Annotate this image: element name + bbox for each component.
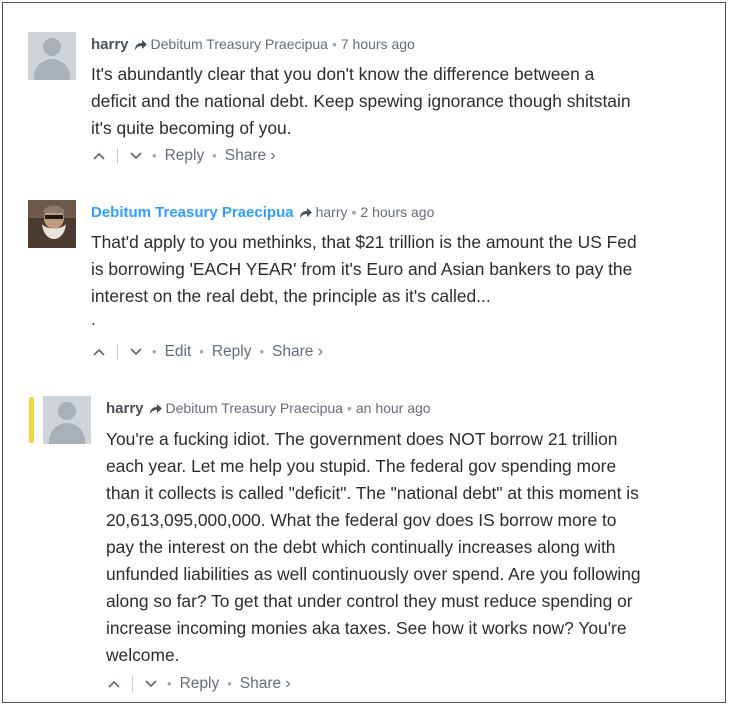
edit-button[interactable]: Edit: [165, 343, 192, 360]
reply-to-name[interactable]: Debitum Treasury Praecipua: [166, 400, 343, 416]
comment-meta: harry Debitum Treasury Praecipua • an hour …: [106, 398, 431, 418]
share-button[interactable]: Share ›: [225, 147, 276, 164]
reply-button[interactable]: Reply: [212, 343, 252, 360]
avatar-default[interactable]: [43, 396, 91, 444]
chevron-up-icon[interactable]: [91, 341, 107, 363]
timestamp[interactable]: 7 hours ago: [341, 36, 415, 52]
avatar-default[interactable]: [28, 32, 76, 80]
share-button[interactable]: Share ›: [272, 343, 323, 360]
chevron-up-icon[interactable]: [106, 673, 122, 695]
author-name[interactable]: harry: [106, 400, 144, 417]
trailing-dot: .: [91, 310, 96, 329]
comment-text: That'd apply to you methinks, that $21 t…: [91, 232, 637, 306]
reply-arrow-icon: [149, 400, 163, 420]
comment-text: You're a fucking idiot. The government d…: [106, 429, 641, 665]
comment-actions: • Edit • Reply • Share ›: [91, 341, 323, 363]
reply-button[interactable]: Reply: [180, 675, 220, 692]
comment-actions: • Reply • Share ›: [91, 145, 276, 167]
comment-meta: harry Debitum Treasury Praecipua • 7 hours …: [91, 34, 415, 54]
share-button[interactable]: Share ›: [240, 675, 291, 692]
comment-meta: Debitum Treasury Praecipua harry • 2 hours …: [91, 202, 434, 222]
chevron-up-icon[interactable]: [91, 145, 107, 167]
chevron-down-icon[interactable]: [143, 673, 159, 695]
reply-button[interactable]: Reply: [165, 147, 205, 164]
comment-actions: • Reply • Share ›: [106, 673, 291, 695]
author-name[interactable]: harry: [91, 36, 129, 53]
reply-arrow-icon: [299, 204, 313, 224]
chevron-down-icon[interactable]: [128, 341, 144, 363]
reply-arrow-icon: [134, 36, 148, 56]
timestamp[interactable]: an hour ago: [356, 400, 431, 416]
chevron-down-icon[interactable]: [128, 145, 144, 167]
author-name[interactable]: Debitum Treasury Praecipua: [91, 204, 294, 221]
reply-to-name[interactable]: Debitum Treasury Praecipua: [151, 36, 328, 52]
timestamp[interactable]: 2 hours ago: [360, 204, 434, 220]
new-comment-highlight-bar: [29, 397, 34, 443]
reply-to-name[interactable]: harry: [316, 204, 348, 220]
avatar-photo[interactable]: [28, 200, 76, 248]
comment-text: It's abundantly clear that you don't kno…: [91, 64, 631, 138]
